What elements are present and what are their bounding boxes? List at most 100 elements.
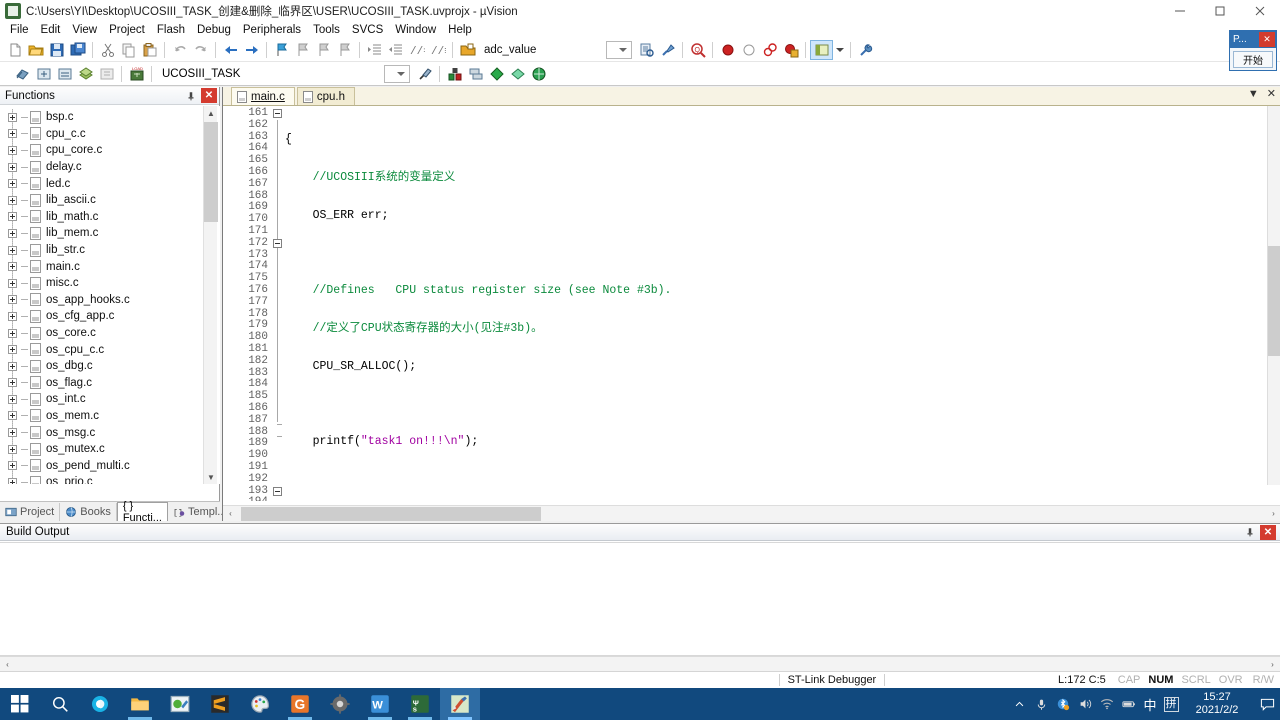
tree-item-main[interactable]: main.c xyxy=(0,258,220,275)
pack-installer-icon[interactable] xyxy=(486,63,507,84)
tab-books[interactable]: Books xyxy=(60,503,117,521)
bookmark-tool-icon[interactable] xyxy=(657,39,678,60)
scrollbar-thumb[interactable] xyxy=(1268,246,1280,356)
visio-button[interactable]: Ψs xyxy=(400,688,440,720)
expand-icon[interactable] xyxy=(8,477,17,484)
volume-icon[interactable] xyxy=(1074,688,1096,720)
expand-icon[interactable] xyxy=(8,361,17,371)
tree-item-os-msg[interactable]: os_msg.c xyxy=(0,424,220,441)
indent-icon[interactable] xyxy=(364,39,385,60)
tree-item-os-prio[interactable]: os_prio.c xyxy=(0,474,220,484)
expand-icon[interactable] xyxy=(8,295,17,305)
menu-project[interactable]: Project xyxy=(103,22,151,38)
functions-tree-scrollbar[interactable]: ▲ ▼ xyxy=(203,106,218,484)
functions-tree[interactable]: bsp.c cpu_c.c cpu_core.c delay.c led.c l… xyxy=(0,106,220,484)
navigate-back-icon[interactable] xyxy=(220,39,241,60)
breakpoint-icon[interactable] xyxy=(717,39,738,60)
target-selector[interactable]: UCOSIII_TASK xyxy=(156,64,274,83)
keil-uvision-button[interactable] xyxy=(440,688,480,720)
redo-icon[interactable] xyxy=(190,39,211,60)
scrollbar-thumb[interactable] xyxy=(241,507,541,521)
expand-icon[interactable] xyxy=(8,394,17,404)
tree-item-lib-math[interactable]: lib_math.c xyxy=(0,209,220,226)
start-recording-button[interactable]: 开始 xyxy=(1233,51,1273,68)
close-icon[interactable]: ✕ xyxy=(201,88,217,103)
rebuild-icon[interactable] xyxy=(54,63,75,84)
scroll-left-button[interactable]: ‹ xyxy=(0,657,15,672)
tree-item-os-cpu-c[interactable]: os_cpu_c.c xyxy=(0,341,220,358)
close-icon[interactable]: ✕ xyxy=(1259,32,1275,47)
file-explorer-button[interactable] xyxy=(120,688,160,720)
fold-toggle-161[interactable] xyxy=(273,109,282,118)
bluetooth-icon[interactable] xyxy=(1052,688,1074,720)
expand-icon[interactable] xyxy=(8,195,17,205)
search-button[interactable] xyxy=(40,688,80,720)
breakpoint-disable-icon[interactable] xyxy=(738,39,759,60)
expand-icon[interactable] xyxy=(8,428,17,438)
expand-icon[interactable] xyxy=(8,212,17,222)
tree-item-os-int[interactable]: os_int.c xyxy=(0,391,220,408)
build-icon[interactable] xyxy=(12,63,33,84)
pin-icon[interactable] xyxy=(1242,525,1258,540)
expand-icon[interactable] xyxy=(8,461,17,471)
expand-icon[interactable] xyxy=(8,328,17,338)
close-icon[interactable]: ✕ xyxy=(1267,89,1276,100)
scroll-up-button[interactable]: ▲ xyxy=(204,106,218,120)
minimize-button[interactable] xyxy=(1160,0,1200,22)
code-view[interactable]: 161 162 163 164 165 166 167 168 169 170 … xyxy=(223,106,1280,501)
expand-icon[interactable] xyxy=(8,378,17,388)
menu-view[interactable]: View xyxy=(66,22,103,38)
multi-project-icon[interactable] xyxy=(465,63,486,84)
manage-components-icon[interactable] xyxy=(444,63,465,84)
notification-icon[interactable] xyxy=(1254,688,1280,720)
batch-build-icon[interactable] xyxy=(75,63,96,84)
uncomment-icon[interactable]: //≡ xyxy=(427,39,448,60)
undo-icon[interactable] xyxy=(169,39,190,60)
bookmark-clear-icon[interactable] xyxy=(334,39,355,60)
tab-functions[interactable]: { } Functi... xyxy=(116,500,168,524)
expand-icon[interactable] xyxy=(8,262,17,272)
magnify-icon[interactable]: Q xyxy=(687,39,708,60)
menu-file[interactable]: File xyxy=(4,22,35,38)
load-icon[interactable]: LOAD xyxy=(126,63,147,84)
menu-window[interactable]: Window xyxy=(389,22,442,38)
expand-icon[interactable] xyxy=(8,444,17,454)
cut-icon[interactable] xyxy=(97,39,118,60)
tree-item-lib-ascii[interactable]: lib_ascii.c xyxy=(0,192,220,209)
translate-icon[interactable] xyxy=(33,63,54,84)
expand-icon[interactable] xyxy=(8,145,17,155)
tree-item-led[interactable]: led.c xyxy=(0,175,220,192)
pack-installer-alt-icon[interactable] xyxy=(507,63,528,84)
start-button[interactable] xyxy=(0,688,40,720)
mic-icon[interactable] xyxy=(1030,688,1052,720)
scroll-down-button[interactable]: ▼ xyxy=(204,470,218,484)
tree-item-os-mutex[interactable]: os_mutex.c xyxy=(0,441,220,458)
menu-help[interactable]: Help xyxy=(442,22,478,38)
tray-expand-icon[interactable] xyxy=(1008,688,1030,720)
scroll-right-button[interactable]: › xyxy=(1266,506,1280,521)
expand-icon[interactable] xyxy=(8,245,17,255)
expand-icon[interactable] xyxy=(8,162,17,172)
tree-item-os-pend-multi[interactable]: os_pend_multi.c xyxy=(0,457,220,474)
target-options-icon[interactable] xyxy=(414,63,435,84)
ime-mode-icon[interactable]: 中 xyxy=(1140,688,1160,720)
wifi-icon[interactable] xyxy=(1096,688,1118,720)
menu-edit[interactable]: Edit xyxy=(35,22,67,38)
tree-item-lib-str[interactable]: lib_str.c xyxy=(0,242,220,259)
expand-icon[interactable] xyxy=(8,345,17,355)
paste-icon[interactable] xyxy=(139,39,160,60)
paint-button[interactable] xyxy=(240,688,280,720)
open-project-icon[interactable] xyxy=(457,39,478,60)
screen-recorder-widget[interactable]: P... ✕ 开始 xyxy=(1229,30,1277,71)
target-dropdown[interactable] xyxy=(384,64,410,83)
new-file-icon[interactable] xyxy=(4,39,25,60)
env-icon[interactable] xyxy=(528,63,549,84)
fold-toggle-172[interactable] xyxy=(273,239,282,248)
breakpoint-disable-all-icon[interactable] xyxy=(780,39,801,60)
pin-icon[interactable] xyxy=(183,88,199,103)
tree-item-os-flag[interactable]: os_flag.c xyxy=(0,375,220,392)
scrollbar-thumb[interactable] xyxy=(204,122,218,222)
editor-vertical-scrollbar[interactable] xyxy=(1267,106,1280,485)
stop-build-icon[interactable] xyxy=(96,63,117,84)
bookmark-next-icon[interactable] xyxy=(292,39,313,60)
